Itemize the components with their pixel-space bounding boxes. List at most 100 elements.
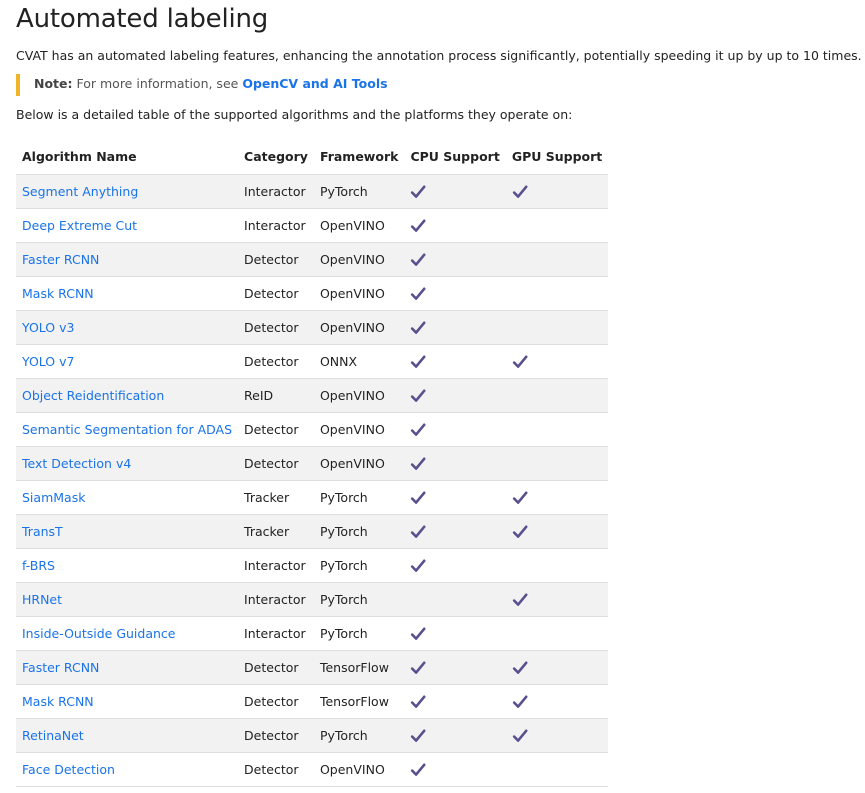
- cell-category: Tracker: [238, 480, 314, 515]
- cell-cpu-support: [404, 718, 506, 753]
- cell-cpu-support: [404, 650, 506, 685]
- cell-algorithm-name: RetinaNet: [16, 718, 239, 753]
- algorithm-link[interactable]: Faster RCNN: [22, 660, 99, 675]
- check-icon: [411, 457, 426, 470]
- check-icon: [512, 593, 528, 606]
- cell-algorithm-name: Text Detection v4: [16, 446, 239, 481]
- cell-category: Detector: [238, 310, 314, 345]
- algorithm-link[interactable]: TransT: [22, 524, 63, 539]
- table-header-row: Algorithm Name Category Framework CPU Su…: [16, 138, 608, 175]
- cell-algorithm-name: TransT: [16, 514, 239, 549]
- cell-gpu-support: [505, 446, 609, 481]
- cell-framework: OpenVINO: [313, 242, 405, 277]
- opencv-ai-tools-link[interactable]: OpenCV and AI Tools: [242, 76, 387, 91]
- cell-cpu-support: [404, 242, 506, 277]
- cell-algorithm-name: HRNet: [16, 582, 239, 617]
- check-icon: [411, 185, 426, 198]
- table-row: Face Detection Detector OpenVINO: [16, 752, 609, 787]
- cell-gpu-support: [505, 310, 609, 345]
- cell-gpu-support: [505, 412, 609, 447]
- cell-framework: PyTorch: [313, 548, 405, 583]
- header-algorithm-name: Algorithm Name: [22, 148, 137, 164]
- cell-gpu-support: [505, 242, 609, 277]
- check-icon: [411, 491, 426, 504]
- check-icon: [512, 661, 528, 674]
- check-icon: [411, 321, 426, 334]
- cell-framework: PyTorch: [313, 174, 405, 209]
- cell-category: Detector: [238, 412, 314, 447]
- cell-framework: PyTorch: [313, 582, 405, 617]
- algorithm-link[interactable]: Mask RCNN: [22, 286, 94, 301]
- cell-framework: OpenVINO: [313, 412, 405, 447]
- cell-algorithm-name: Mask RCNN: [16, 276, 239, 311]
- algorithm-link[interactable]: Segment Anything: [22, 184, 138, 199]
- table-row: Semantic Segmentation for ADAS Detector Op…: [16, 412, 609, 447]
- cell-gpu-support: [505, 480, 609, 515]
- algorithm-link[interactable]: Text Detection v4: [22, 456, 131, 471]
- algorithm-link[interactable]: Faster RCNN: [22, 252, 99, 267]
- algorithm-link[interactable]: RetinaNet: [22, 728, 84, 743]
- cell-algorithm-name: Inside-Outside Guidance: [16, 616, 239, 651]
- table-row: f-BRS Interactor PyTorch: [16, 548, 609, 583]
- cell-cpu-support: [404, 378, 506, 413]
- cell-algorithm-name: YOLO v3: [16, 310, 239, 345]
- algorithm-link[interactable]: Face Detection: [22, 762, 115, 777]
- check-icon: [512, 729, 528, 742]
- check-icon: [411, 219, 426, 232]
- cell-gpu-support: [505, 616, 609, 651]
- cell-category: ReID: [238, 378, 314, 413]
- cell-framework: PyTorch: [313, 514, 405, 549]
- algorithm-link[interactable]: Deep Extreme Cut: [22, 218, 137, 233]
- table-row: TransT Tracker PyTorch: [16, 514, 609, 549]
- algorithm-link[interactable]: Semantic Segmentation for ADAS: [22, 422, 232, 437]
- algorithm-link[interactable]: Mask RCNN: [22, 694, 94, 709]
- check-icon: [411, 423, 426, 436]
- cell-gpu-support: [505, 752, 609, 787]
- table-row: YOLO v3 Detector OpenVINO: [16, 310, 609, 345]
- cell-algorithm-name: Segment Anything: [16, 174, 239, 209]
- table-row: Text Detection v4 Detector OpenVINO: [16, 446, 609, 481]
- table-row: Inside-Outside Guidance Interactor PyTorch: [16, 616, 609, 651]
- header-gpu-support: GPU Support: [511, 148, 603, 164]
- cell-algorithm-name: Deep Extreme Cut: [16, 208, 239, 243]
- algorithm-link[interactable]: YOLO v7: [22, 354, 74, 369]
- cell-framework: TensorFlow: [313, 684, 405, 719]
- cell-gpu-support: [505, 684, 609, 719]
- page-content: Automated labeling CVAT has an automated…: [16, 0, 862, 787]
- cell-framework: PyTorch: [313, 616, 405, 651]
- cell-category: Interactor: [238, 174, 314, 209]
- cell-category: Detector: [238, 344, 314, 379]
- cell-category: Interactor: [238, 582, 314, 617]
- table-row: YOLO v7 Detector ONNX: [16, 344, 609, 379]
- cell-cpu-support: [404, 684, 506, 719]
- check-icon: [512, 491, 528, 504]
- cell-cpu-support: [404, 310, 506, 345]
- cell-framework: OpenVINO: [313, 276, 405, 311]
- table-row: Mask RCNN Detector TensorFlow: [16, 684, 609, 719]
- algorithm-link[interactable]: Inside-Outside Guidance: [22, 626, 176, 641]
- algorithm-link[interactable]: HRNet: [22, 592, 62, 607]
- cell-framework: PyTorch: [313, 718, 405, 753]
- note-text: For more information, see: [72, 76, 243, 91]
- table-row: Segment Anything Interactor PyTorch: [16, 174, 609, 209]
- table-intro-paragraph: Below is a detailed table of the support…: [16, 107, 573, 122]
- algorithm-link[interactable]: YOLO v3: [22, 320, 74, 335]
- algorithm-link[interactable]: SiamMask: [22, 490, 85, 505]
- cell-algorithm-name: Face Detection: [16, 752, 239, 787]
- cell-algorithm-name: Semantic Segmentation for ADAS: [16, 412, 239, 447]
- cell-gpu-support: [505, 514, 609, 549]
- cell-category: Interactor: [238, 616, 314, 651]
- algorithm-link[interactable]: f-BRS: [22, 558, 55, 573]
- check-icon: [411, 355, 426, 368]
- table-row: Deep Extreme Cut Interactor OpenVINO: [16, 208, 609, 243]
- check-icon: [512, 185, 528, 198]
- intro-paragraph: CVAT has an automated labeling features,…: [16, 48, 862, 63]
- algorithm-link[interactable]: Object Reidentification: [22, 388, 164, 403]
- cell-gpu-support: [505, 344, 609, 379]
- cell-category: Detector: [238, 242, 314, 277]
- cell-gpu-support: [505, 276, 609, 311]
- table-row: Mask RCNN Detector OpenVINO: [16, 276, 609, 311]
- cell-cpu-support: [404, 548, 506, 583]
- cell-cpu-support: [404, 276, 506, 311]
- check-icon: [411, 389, 426, 402]
